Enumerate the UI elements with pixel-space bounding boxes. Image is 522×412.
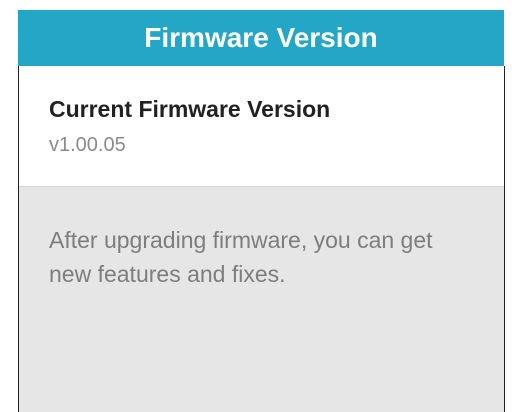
upgrade-info-section: After upgrading firmware, you can get ne…: [19, 187, 504, 412]
title-bar: Firmware Version: [18, 10, 504, 66]
current-firmware-label: Current Firmware Version: [49, 96, 331, 122]
firmware-version-screen: Firmware Version Current Firmware Versio…: [0, 0, 522, 412]
current-firmware-section: Current Firmware Version v1.00.05: [19, 66, 504, 187]
page-title: Firmware Version: [144, 22, 378, 53]
firmware-panel: Current Firmware Version v1.00.05 After …: [18, 66, 505, 412]
upgrade-description: After upgrading firmware, you can get ne…: [49, 227, 433, 287]
current-firmware-value: v1.00.05: [49, 134, 126, 156]
